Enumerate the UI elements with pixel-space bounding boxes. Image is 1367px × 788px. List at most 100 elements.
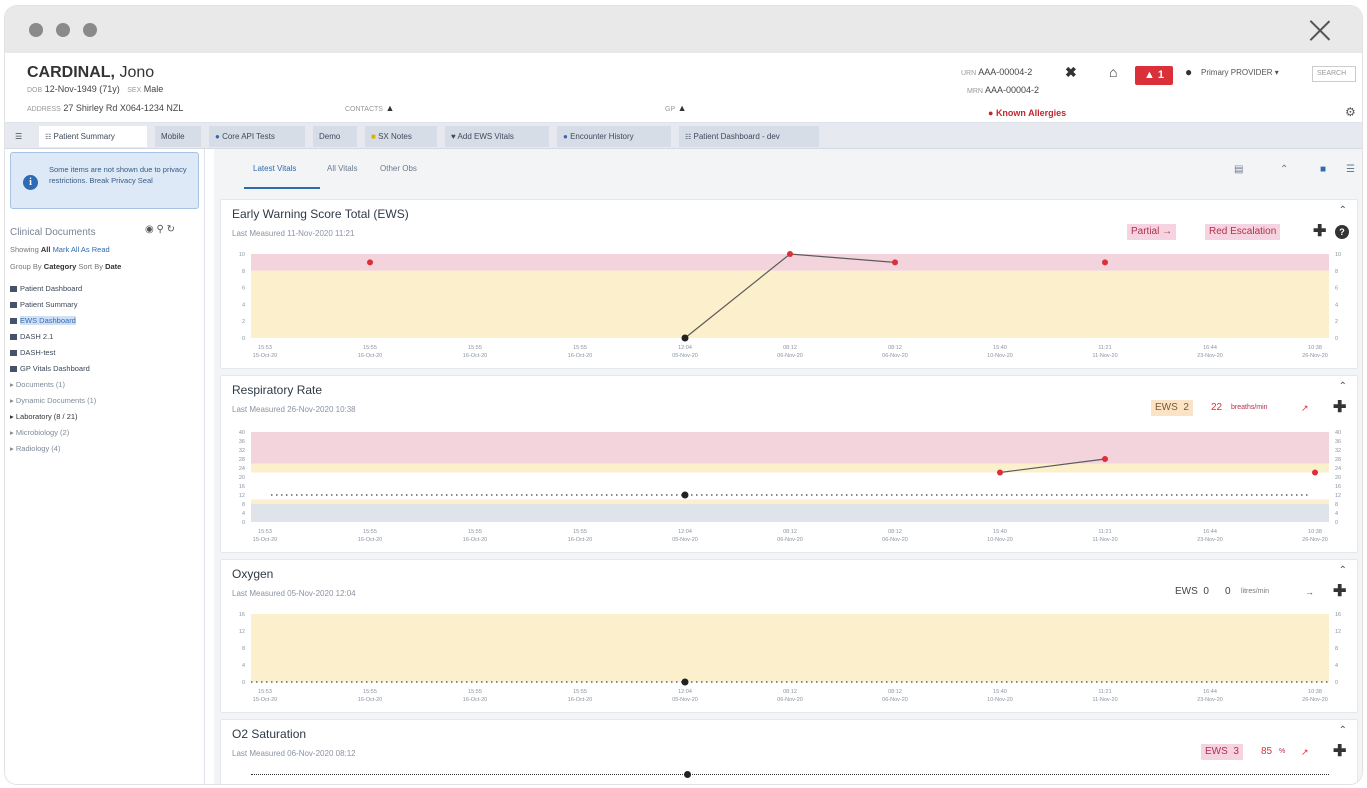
x-tick-label: 11-Nov-20 [1092,537,1117,543]
chevron-up-icon[interactable]: ⌃ [1339,565,1347,576]
tree-microbiology[interactable]: ▸ Microbiology (2) [10,428,69,437]
x-tick-label: 23-Nov-20 [1197,537,1223,543]
y-tick-label: 6 [242,286,245,292]
data-point [892,259,898,266]
chevron-up-icon[interactable]: ⌃ [1339,205,1347,216]
gp-contact-icon[interactable]: GP ▲ [665,103,687,113]
tab-add-ews-vitals[interactable]: ♥ Add EWS Vitals [445,126,549,147]
x-tick-label: 10:38 [1308,345,1322,351]
tab-demo[interactable]: Demo [313,126,357,147]
y-tick-label: 8 [242,646,245,652]
sidebar-item-gp-vitals-dashboard[interactable]: GP Vitals Dashboard [10,364,90,373]
patient-urn: URN AAA-00004-2 [961,67,1033,77]
export-pdf-icon[interactable]: ▤ [1234,164,1243,175]
x-tick-label: 15-Oct-20 [253,537,277,543]
y-tick-label: 32 [239,448,245,454]
trend-icon: ↗ [1301,403,1309,413]
x-tick-label: 15:40 [993,689,1007,695]
y-tick-label: 4 [242,663,245,669]
add-icon[interactable]: ✚ [1333,584,1346,600]
y-tick-label: 12 [239,629,245,635]
tab-patient-dashboard-dev[interactable]: ☷ Patient Dashboard - dev [679,126,819,147]
grid-view-icon[interactable]: ■ [1320,164,1326,175]
collapse-all-icon[interactable]: ⌃ [1280,164,1288,175]
mark-read-link[interactable]: Mark All As Read [53,245,110,254]
search-input[interactable]: SEARCH [1312,66,1356,82]
group-sort-filter[interactable]: Group By Category Sort By Date [10,262,121,271]
x-tick-label: 08:12 [783,345,797,351]
allergy-alert[interactable]: ● Known Allergies [988,108,1066,118]
ews-panel: Early Warning Score Total (EWS) Last Mea… [220,199,1358,369]
subtab-latest-vitals[interactable]: Latest Vitals [253,164,296,173]
close-patient-icon[interactable]: ✖ [1065,64,1077,81]
data-point [787,251,793,257]
x-tick-label: 16-Oct-20 [358,697,382,703]
tab-patient-summary[interactable]: ☷ Patient Summary [39,126,147,147]
x-tick-label: 15:55 [573,689,587,695]
risk-band-medium [251,270,1329,338]
tab-core-api-tests[interactable]: ● Core API Tests [209,126,305,147]
x-tick-label: 08:12 [888,689,902,695]
y-tick-label: 2 [1335,319,1338,325]
risk-band-medium [251,463,1329,473]
y-tick-label: 40 [239,430,245,436]
refresh-icon[interactable]: ↻ [167,224,175,235]
eye-icon[interactable]: ◉ [145,224,154,235]
x-tick-label: 26-Nov-20 [1302,353,1328,359]
o2-saturation-panel: O2 Saturation Last Measured 06-Nov-2020 … [220,719,1358,784]
privacy-info-text[interactable]: Some items are not shown due to privacy … [49,164,194,186]
close-icon[interactable] [1308,18,1332,42]
document-icon [10,318,17,325]
sidebar-item-dash-21[interactable]: DASH 2.1 [10,332,53,341]
oxygen-value: 0 [1225,586,1231,597]
provider-select[interactable]: Primary PROVIDER ▾ [1201,68,1279,77]
tree-dynamic-documents[interactable]: ▸ Dynamic Documents (1) [10,396,96,405]
tree-radiology[interactable]: ▸ Radiology (4) [10,444,60,453]
title-bar [5,6,1362,53]
sidebar-item-dash-test[interactable]: DASH-test [10,348,55,357]
subtab-all-vitals[interactable]: All Vitals [327,164,358,173]
panel-last-measured: Last Measured 11-Nov-2020 11:21 [232,229,355,238]
add-icon[interactable]: ✚ [1333,744,1346,760]
tree-documents[interactable]: ▸ Documents (1) [10,380,65,389]
y-tick-label: 8 [1335,646,1338,652]
document-icon [10,286,17,293]
x-tick-label: 15:55 [468,529,482,535]
home-icon[interactable]: ⌂ [1109,64,1117,80]
sidebar-item-patient-dashboard[interactable]: Patient Dashboard [10,284,82,293]
tree-laboratory[interactable]: ▸ Laboratory (8 / 21) [10,412,78,421]
subtab-other-obs[interactable]: Other Obs [380,164,417,173]
search-icon[interactable]: ⚲ [157,224,164,235]
x-tick-label: 16-Oct-20 [568,353,592,359]
x-tick-label: 15-Oct-20 [253,353,277,359]
patient-mrn: MRN AAA-00004-2 [967,85,1040,95]
patient-contacts[interactable]: CONTACTS ▲ [345,103,394,113]
tab-encounter-history[interactable]: ● Encounter History [557,126,671,147]
add-icon[interactable]: ✚ [1333,400,1346,416]
y-tick-label: 28 [1335,457,1341,463]
chevron-up-icon[interactable]: ⌃ [1339,725,1347,736]
chevron-up-icon[interactable]: ⌃ [1339,381,1347,392]
sidebar-item-ews-dashboard[interactable]: EWS Dashboard [10,316,76,325]
y-tick-label: 20 [1335,475,1341,481]
menu-icon[interactable]: ☰ [9,126,31,147]
help-icon[interactable]: ? [1335,225,1349,239]
x-tick-label: 15:55 [468,345,482,351]
add-icon[interactable]: ✚ [1313,224,1326,240]
window-control-dot[interactable] [83,23,97,37]
tab-sx-notes[interactable]: ■ SX Notes [365,126,437,147]
y-tick-label: 8 [242,502,245,508]
window-control-dot[interactable] [56,23,70,37]
y-tick-label: 24 [239,466,245,472]
alerts-badge[interactable]: ▲ 1 [1135,66,1173,85]
list-view-icon[interactable]: ☰ [1346,164,1355,175]
privacy-info-box: i Some items are not shown due to privac… [10,152,199,209]
window-control-dot[interactable] [29,23,43,37]
risk-band-low [251,504,1329,522]
showing-filter[interactable]: Showing All Mark All As Read [10,245,110,254]
y-tick-label: 0 [242,336,245,342]
sidebar-item-patient-summary[interactable]: Patient Summary [10,300,78,309]
x-tick-label: 05-Nov-20 [672,353,698,359]
tab-mobile[interactable]: Mobile [155,126,201,147]
settings-icon[interactable]: ⚙ [1345,105,1356,119]
